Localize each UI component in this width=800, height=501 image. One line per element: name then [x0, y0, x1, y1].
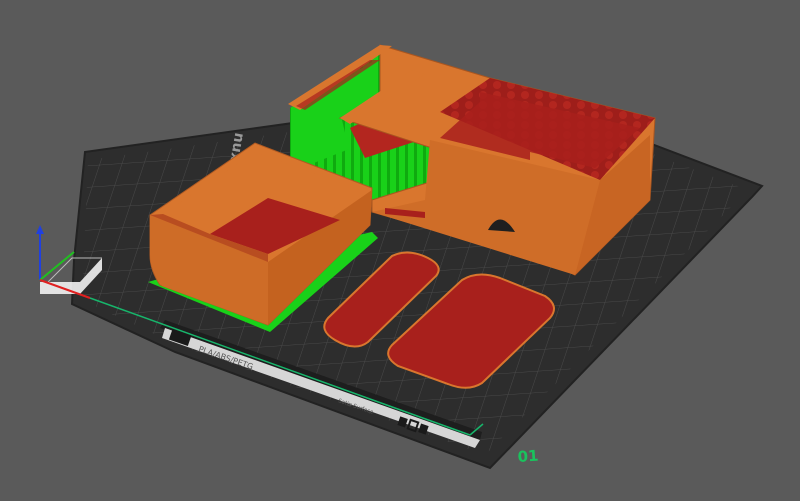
y-axis — [39, 251, 75, 281]
bed-corner-number: 01 — [517, 447, 539, 466]
viewport-canvas[interactable]: PLA/ABS/PETG Satin Surface 01 xnu — [0, 0, 800, 497]
3d-viewport[interactable]: PLA/ABS/PETG Satin Surface 01 xnu — [0, 0, 800, 497]
